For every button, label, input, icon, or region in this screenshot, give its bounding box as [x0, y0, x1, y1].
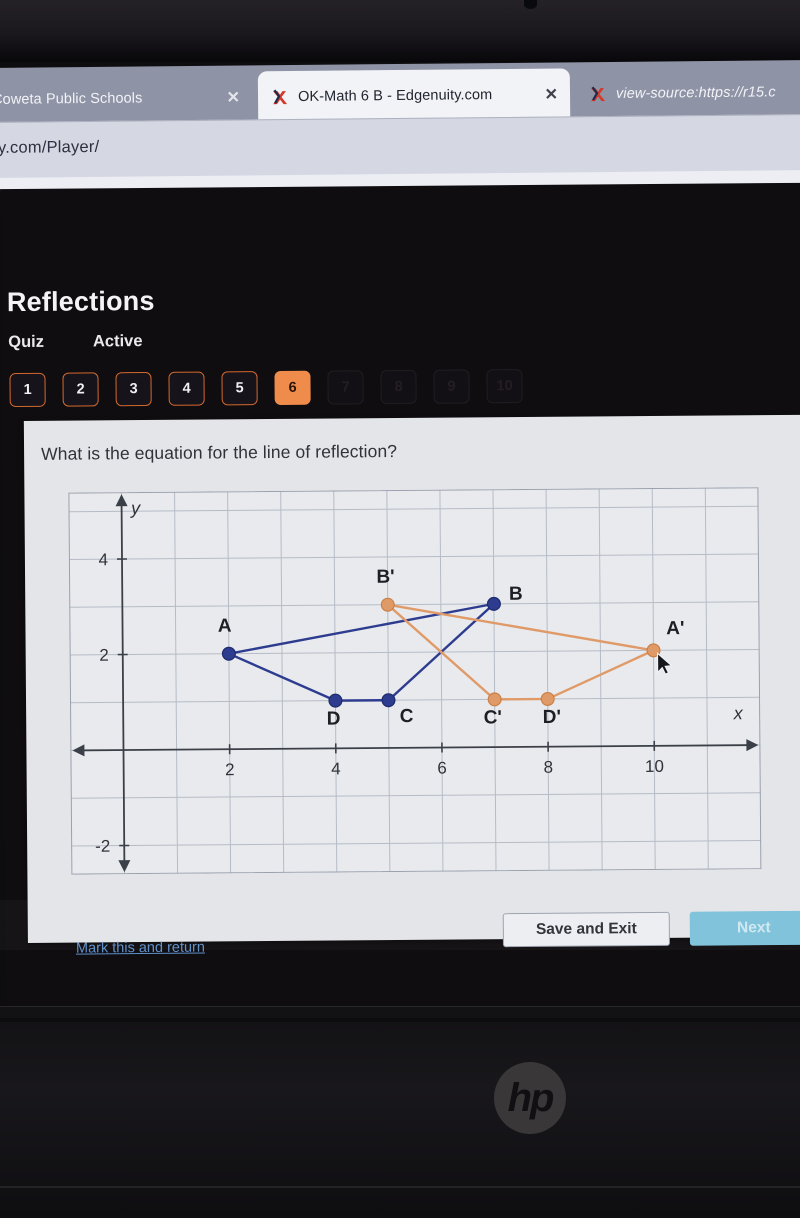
browser-url-bar[interactable]: y.com/Player/ — [0, 114, 800, 180]
webcam-icon — [524, 0, 537, 9]
y-tick-label: 2 — [99, 646, 109, 665]
graph-point-A[interactable] — [221, 646, 236, 661]
graph-point-B-prime[interactable] — [380, 597, 395, 612]
question-number-4[interactable]: 4 — [168, 371, 205, 406]
question-number-1[interactable]: 1 — [9, 372, 46, 408]
graph-point-label-D: D — [327, 709, 341, 730]
graph-point-label-D-prime: D' — [543, 707, 561, 728]
question-number-6[interactable]: 6 — [274, 370, 311, 405]
x-tick-label: 10 — [645, 757, 664, 776]
question-number-8[interactable]: 8 — [380, 369, 417, 405]
graph-point-label-B-prime: B' — [376, 567, 394, 588]
graph-point-label-C-prime: C' — [484, 707, 502, 728]
tab-title: view-source:https://r15.c — [615, 84, 776, 102]
graph-point-label-C: C — [400, 706, 414, 727]
graph-point-C-prime[interactable] — [487, 692, 502, 707]
tab-close-icon[interactable]: ✕ — [545, 84, 559, 104]
url-text: y.com/Player/ — [0, 137, 100, 157]
browser-window: Coweta Public Schools ✕ OK-Math 6 B - Ed… — [0, 58, 800, 1018]
tab-close-icon[interactable]: ✕ — [227, 88, 241, 108]
chromeos-shelf — [0, 1006, 800, 1018]
quiz-status-label: Active — [92, 332, 143, 351]
question-number-3[interactable]: 3 — [115, 371, 152, 407]
graph-point-label-B: B — [509, 584, 523, 605]
next-button[interactable]: Next — [689, 910, 800, 946]
browser-tab-3[interactable]: view-source:https://r15.c — [576, 66, 800, 120]
question-number-5[interactable]: 5 — [221, 371, 258, 406]
y-tick-label: 4 — [98, 550, 108, 569]
x-tick-label: 2 — [225, 760, 235, 779]
question-text: What is the equation for the line of ref… — [41, 441, 398, 464]
question-number-2[interactable]: 2 — [62, 372, 99, 407]
x-axis-label: x — [733, 703, 744, 723]
quiz-type-label: Quiz — [8, 332, 45, 352]
page-title: Reflections — [6, 285, 155, 318]
graph-point-label-A-prime: A' — [666, 618, 684, 639]
laptop-top-bezel — [0, 0, 800, 62]
question-card: What is the equation for the line of ref… — [23, 414, 800, 943]
x-tick-label: 8 — [543, 758, 553, 777]
graph-svg: x y 2 4 6 8 10 4 2 -2 A B C D A' B' C' D' — [68, 487, 762, 875]
x-tick-label: 6 — [437, 759, 447, 778]
edgenuity-page: Reflections Quiz Active 1 2 3 4 5 6 7 8 9 10 What… — [0, 182, 800, 1018]
quiz-meta: Quiz Active — [8, 332, 142, 352]
question-number-7[interactable]: 7 — [327, 370, 364, 405]
graph-point-D-prime[interactable] — [540, 691, 555, 706]
graph-point-C[interactable] — [381, 693, 396, 708]
question-number-9[interactable]: 9 — [433, 369, 470, 404]
laptop-bottom-bezel — [0, 1022, 800, 1218]
y-axis-label: y — [129, 498, 141, 518]
edgenuity-x-icon — [270, 88, 289, 107]
graph-point-label-A: A — [218, 616, 232, 637]
save-and-exit-button[interactable]: Save and Exit — [502, 911, 670, 948]
browser-tab-1[interactable]: Coweta Public Schools ✕ — [0, 71, 252, 126]
bezel-seam — [0, 1186, 800, 1188]
tab-title: OK-Math 6 B - Edgenuity.com — [297, 87, 493, 105]
screenshot-root: Coweta Public Schools ✕ OK-Math 6 B - Ed… — [0, 0, 800, 1218]
question-number-list: 1 2 3 4 5 6 7 8 9 10 — [9, 369, 523, 408]
graph-point-D[interactable] — [328, 693, 343, 708]
x-tick-label: 4 — [331, 759, 341, 778]
hp-logo: hp — [494, 1062, 566, 1134]
tab-title: Coweta Public Schools — [0, 90, 143, 108]
browser-tab-2[interactable]: OK-Math 6 B - Edgenuity.com ✕ — [257, 68, 571, 124]
question-number-10[interactable]: 10 — [486, 369, 523, 404]
coordinate-graph: x y 2 4 6 8 10 4 2 -2 A B C D A' B' C' D' — [68, 487, 762, 875]
y-tick-label: -2 — [95, 837, 110, 856]
graph-point-B[interactable] — [486, 596, 501, 611]
edgenuity-x-icon — [588, 85, 607, 104]
mark-this-and-return-link[interactable]: Mark this and return — [76, 940, 205, 957]
